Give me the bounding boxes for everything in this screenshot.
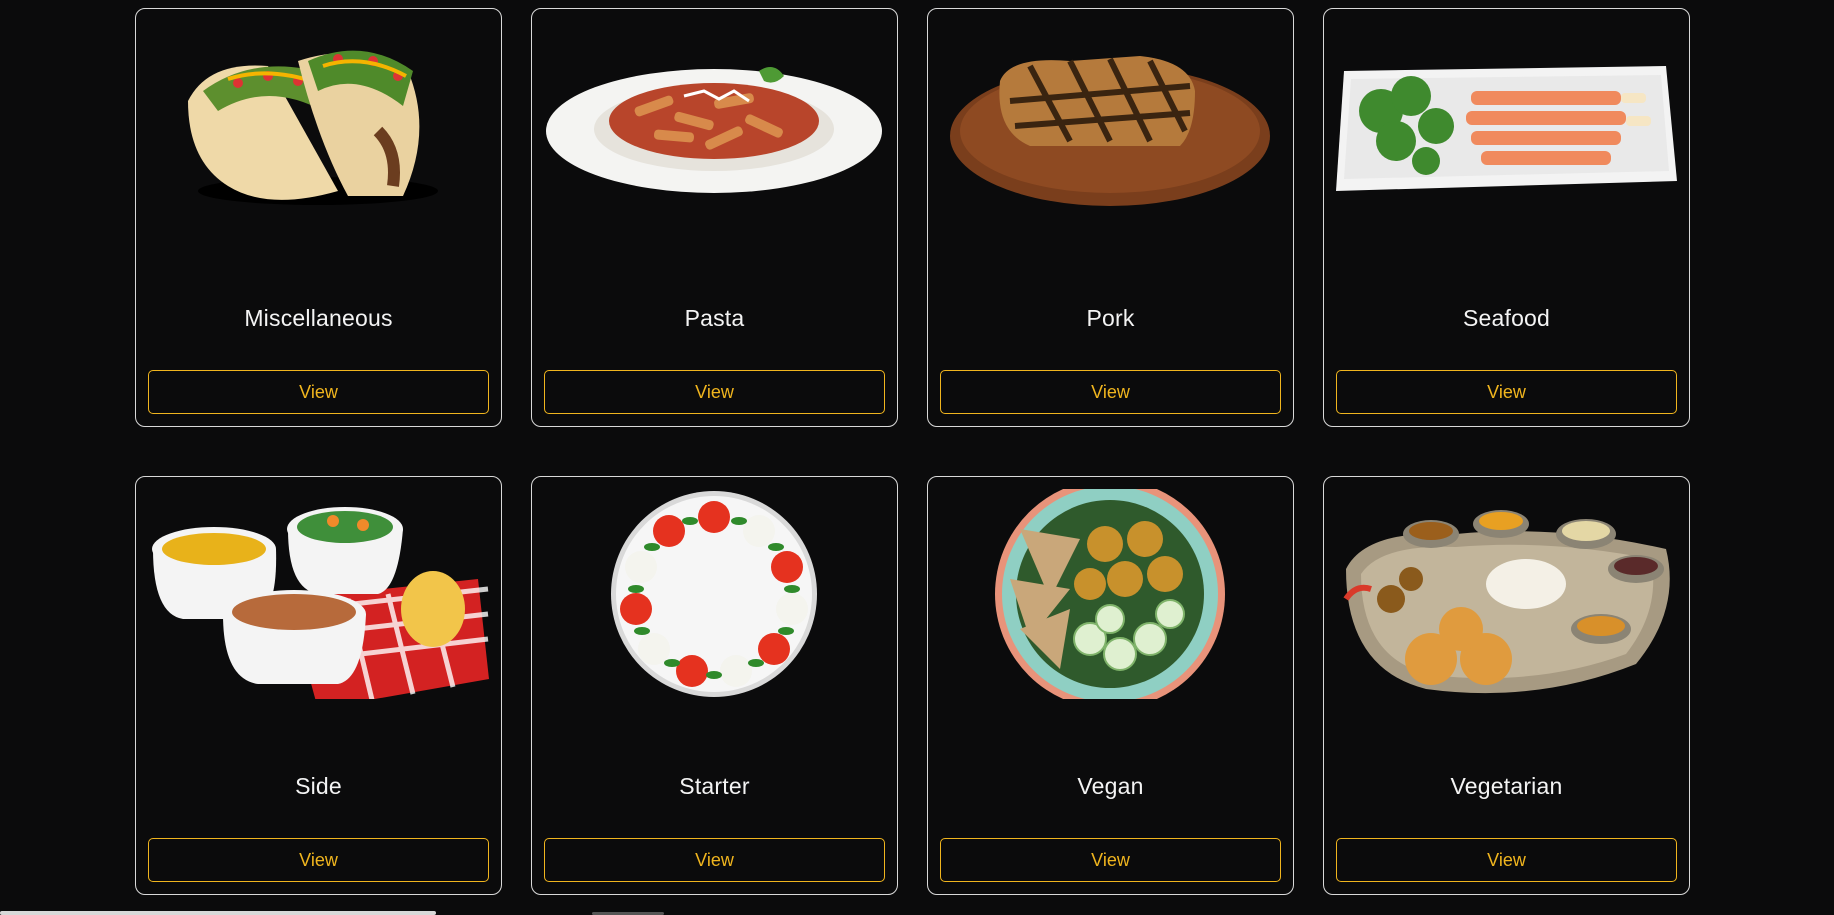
view-vegan-button[interactable]: View — [940, 838, 1281, 882]
category-card-side: Side View — [135, 476, 502, 895]
category-card-vegan: Vegan View — [927, 476, 1294, 895]
penne-pasta-image — [544, 21, 885, 231]
view-seafood-button[interactable]: View — [1336, 370, 1677, 414]
scrollbar-thumb[interactable] — [0, 911, 436, 915]
category-title: Miscellaneous — [244, 305, 393, 331]
view-pork-button[interactable]: View — [940, 370, 1281, 414]
category-card-pork: Pork View — [927, 8, 1294, 427]
side-dishes-image — [148, 489, 489, 699]
category-title: Pork — [1086, 305, 1135, 331]
category-card-pasta: Pasta View — [531, 8, 898, 427]
view-miscellaneous-button[interactable]: View — [148, 370, 489, 414]
category-card-seafood: Seafood View — [1323, 8, 1690, 427]
category-title: Side — [295, 773, 342, 799]
thali-platter-image — [1336, 489, 1677, 699]
vegan-bowl-image — [940, 489, 1281, 699]
caprese-salad-image — [544, 489, 885, 699]
category-grid: Miscellaneous View Pasta View Pork View … — [135, 8, 1690, 895]
horizontal-scrollbar[interactable] — [0, 910, 1834, 915]
category-card-miscellaneous: Miscellaneous View — [135, 8, 502, 427]
category-card-starter: Starter View — [531, 476, 898, 895]
tacos-image — [148, 21, 489, 231]
category-title: Vegan — [1077, 773, 1144, 799]
view-side-button[interactable]: View — [148, 838, 489, 882]
category-card-vegetarian: Vegetarian View — [1323, 476, 1690, 895]
category-title: Vegetarian — [1450, 773, 1563, 799]
category-title: Seafood — [1462, 305, 1551, 331]
view-starter-button[interactable]: View — [544, 838, 885, 882]
grilled-pork-chop-image — [940, 21, 1281, 231]
smoked-salmon-plate-image — [1336, 21, 1677, 231]
category-title: Starter — [679, 773, 750, 799]
category-title: Pasta — [684, 305, 745, 331]
view-pasta-button[interactable]: View — [544, 370, 885, 414]
view-vegetarian-button[interactable]: View — [1336, 838, 1677, 882]
